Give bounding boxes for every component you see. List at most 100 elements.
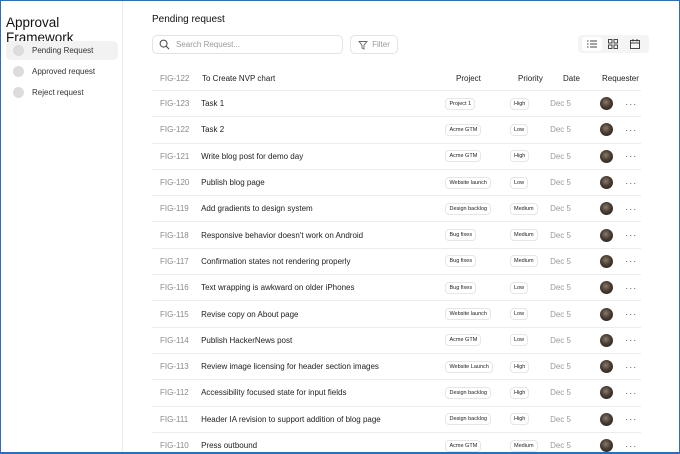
table-row[interactable]: FIG-116 Text wrapping is awkward on older…: [152, 275, 641, 302]
priority-badge: Medium: [510, 255, 538, 268]
table-row[interactable]: FIG-117 Confirmation states not rendering…: [152, 249, 641, 276]
more-options-button[interactable]: ···: [621, 335, 641, 345]
project-badge: Bug fixes: [445, 281, 477, 294]
requester-avatar: [600, 123, 614, 137]
header-id: FIG-122: [160, 74, 190, 83]
priority-badge: Low: [510, 281, 529, 294]
row-id: FIG-123: [160, 99, 190, 109]
table-row[interactable]: FIG-113 Review image licensing for header…: [152, 354, 641, 381]
priority-badge: Low: [510, 334, 529, 347]
project-badge: Design backlog: [445, 413, 492, 426]
row-title: Publish blog page: [201, 178, 265, 188]
more-options-button[interactable]: ···: [621, 125, 641, 135]
requester-avatar: [600, 386, 614, 400]
row-date: Dec 5: [550, 99, 571, 109]
row-id: FIG-121: [160, 151, 190, 161]
more-options-button[interactable]: ···: [621, 309, 641, 319]
sidebar-item-label: Approved request: [32, 67, 96, 76]
row-title: Write blog post for demo day: [201, 151, 304, 161]
header-requester: Requester: [602, 74, 639, 83]
row-title: Text wrapping is awkward on older iPhone…: [201, 283, 355, 293]
table-row[interactable]: FIG-122 Task 2 Acme GTM Low Dec 5 ···: [152, 117, 641, 144]
header-priority: Priority: [518, 74, 543, 83]
more-options-button[interactable]: ···: [621, 362, 641, 372]
row-title: Add gradients to design system: [201, 204, 313, 214]
sidebar-item-label: Reject request: [32, 88, 84, 97]
project-badge: Bug fixes: [445, 229, 477, 242]
priority-badge: High: [510, 413, 530, 426]
table-row[interactable]: FIG-110 Press outbound Acme GTM Medium Dec 5…: [152, 433, 641, 452]
more-options-button[interactable]: ···: [621, 230, 641, 240]
more-options-button[interactable]: ···: [621, 441, 641, 451]
priority-badge: High: [510, 150, 530, 163]
row-date: Dec 5: [550, 125, 571, 135]
row-title: Task 1: [201, 99, 225, 109]
more-options-button[interactable]: ···: [621, 99, 641, 109]
more-options-button[interactable]: ···: [621, 414, 641, 424]
more-options-button[interactable]: ···: [621, 388, 641, 398]
row-title: Header IA revision to support addition o…: [201, 414, 381, 424]
search-placeholder: Search Request...: [176, 40, 241, 49]
row-title: Responsive behavior doesn't work on Andr…: [201, 230, 364, 240]
sidebar-item-pending[interactable]: Pending Request: [6, 41, 118, 60]
table-row[interactable]: FIG-115 Revise copy on About page Website …: [152, 301, 641, 328]
requester-avatar: [600, 333, 614, 347]
project-badge: Acme GTM: [445, 123, 482, 136]
more-options-button[interactable]: ···: [621, 151, 641, 161]
filter-label: Filter: [372, 40, 390, 49]
requester-avatar: [600, 360, 614, 374]
priority-badge: High: [510, 360, 530, 373]
search-input[interactable]: Search Request...: [152, 35, 343, 54]
priority-badge: Medium: [510, 202, 538, 215]
row-date: Dec 5: [550, 335, 571, 345]
table-row[interactable]: FIG-111 Header IA revision to support add…: [152, 407, 641, 433]
table-row[interactable]: FIG-119 Add gradients to design system Des…: [152, 196, 641, 223]
row-date: Dec 5: [550, 178, 571, 188]
header-title: To Create NVP chart: [202, 74, 276, 83]
priority-badge: High: [510, 97, 530, 110]
table-row[interactable]: FIG-120 Publish blog page Website launch Lo…: [152, 170, 641, 197]
calendar-icon: [630, 39, 641, 49]
filter-button[interactable]: Filter: [350, 35, 398, 54]
header-project: Project: [456, 74, 481, 83]
grid-icon: [608, 39, 619, 49]
row-date: Dec 5: [550, 388, 571, 398]
row-id: FIG-114: [160, 335, 189, 345]
more-options-button[interactable]: ···: [621, 283, 641, 293]
table-row[interactable]: FIG-123 Task 1 Project 1 High Dec 5 ···: [152, 91, 641, 118]
project-badge: Design backlog: [445, 202, 492, 215]
project-badge: Acme GTM: [445, 150, 482, 163]
table-row[interactable]: FIG-114 Publish HackerNews post Acme GTM Lo…: [152, 328, 641, 354]
grid-view-button[interactable]: [603, 37, 623, 51]
sidebar-nav: Pending Request Approved request Reject …: [6, 41, 118, 104]
priority-badge: Medium: [510, 229, 538, 242]
more-options-button[interactable]: ···: [621, 178, 641, 188]
requester-avatar: [600, 176, 614, 190]
table-row[interactable]: FIG-112 Accessibility focused state for i…: [152, 380, 641, 407]
app-window: Approval Framework Pending Request Appro…: [0, 0, 680, 454]
calendar-view-button[interactable]: [625, 37, 645, 51]
project-badge: Acme GTM: [445, 439, 482, 452]
pending-icon: [13, 45, 24, 56]
row-id: FIG-120: [160, 178, 190, 188]
more-options-button[interactable]: ···: [621, 204, 641, 214]
sidebar-item-rejected[interactable]: Reject request: [6, 83, 118, 102]
row-title: Publish HackerNews post: [201, 335, 293, 345]
row-id: FIG-117: [160, 256, 189, 266]
row-id: FIG-110: [160, 441, 189, 450]
project-badge: Website launch: [445, 308, 491, 321]
table-header: FIG-122 To Create NVP chart Project Prio…: [152, 67, 641, 91]
row-id: FIG-118: [160, 230, 189, 240]
table-row[interactable]: FIG-121 Write blog post for demo day Acme …: [152, 144, 641, 170]
more-options-button[interactable]: ···: [621, 256, 641, 266]
request-table: FIG-122 To Create NVP chart Project Prio…: [152, 67, 641, 452]
filter-icon: [358, 40, 369, 50]
table-row[interactable]: FIG-118 Responsive behavior doesn't work …: [152, 222, 641, 249]
row-title: Task 2: [201, 125, 225, 135]
row-date: Dec 5: [550, 414, 571, 424]
row-title: Press outbound: [201, 441, 258, 450]
sidebar-item-approved[interactable]: Approved request: [6, 62, 118, 81]
list-view-button[interactable]: [581, 37, 602, 51]
row-date: Dec 5: [550, 362, 571, 372]
requester-avatar: [600, 149, 614, 163]
